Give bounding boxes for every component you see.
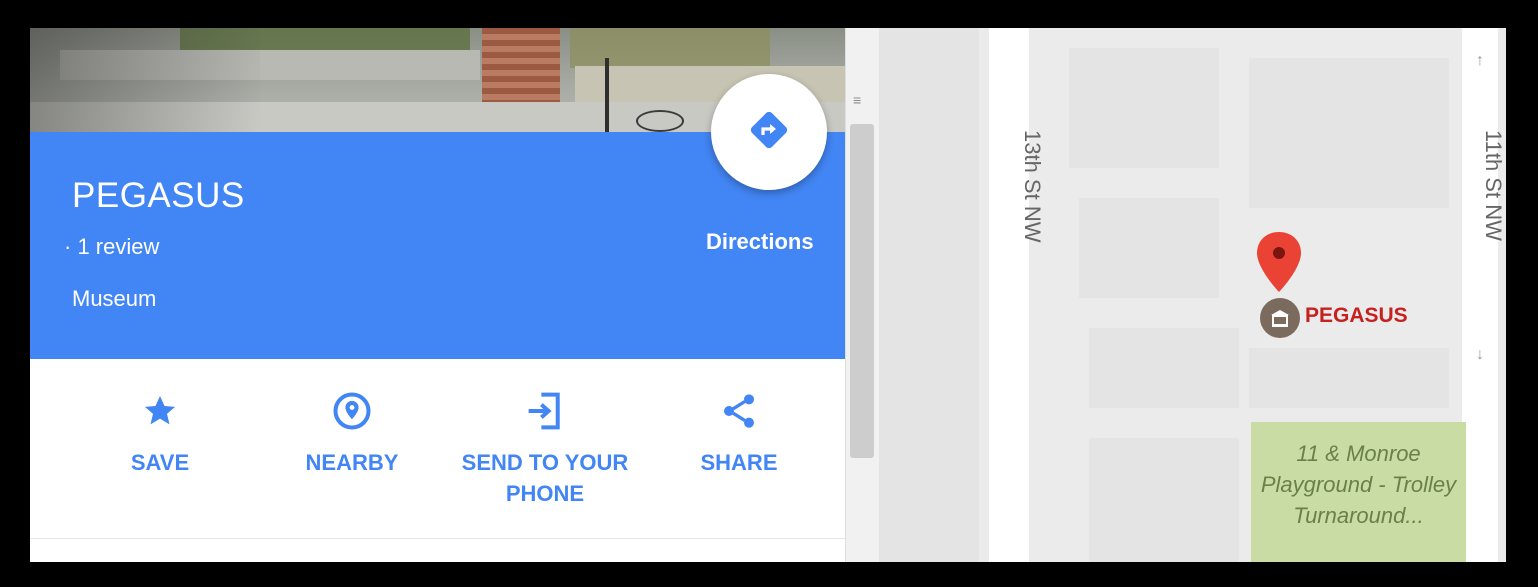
arrow-icon: ↑ [1476,52,1484,69]
park-label[interactable]: 11 & Monroe Playground - Trolley Turnaro… [1251,438,1466,531]
nearby-icon [257,389,447,433]
arrow-icon: ↓ [1476,346,1484,363]
museum-icon[interactable] [1260,298,1300,338]
street-label-11th: 11th St NW [1481,130,1506,241]
nearby-button[interactable]: NEARBY [257,389,447,478]
share-icon [644,389,834,433]
place-category[interactable]: Museum [72,286,156,312]
grip-icon: ≡ [853,92,862,108]
road-11th-st [1462,28,1498,562]
poi-label[interactable]: PEGASUS [1305,304,1408,328]
directions-button[interactable] [711,74,827,190]
review-count-link[interactable]: · 1 review [64,234,159,260]
directions-icon [747,108,791,157]
save-button[interactable]: SAVE [65,389,255,478]
directions-label[interactable]: Directions [706,229,814,255]
divider [30,538,845,539]
send-to-phone-button[interactable]: SEND TO YOUR PHONE [450,389,640,509]
share-label: SHARE [700,450,778,475]
map-view[interactable]: 13th St NW 11th St NW ↑ ↓ 11 & Monroe Pl… [879,28,1506,562]
panel-resize-handle[interactable]: ≡ [845,28,879,562]
screen-frame: PEGASUS · 1 review Museum Directions SAV… [30,28,1506,562]
place-title: PEGASUS [72,176,245,215]
scrollbar[interactable] [850,124,874,458]
place-panel: PEGASUS · 1 review Museum Directions SAV… [30,28,845,562]
save-label: SAVE [130,450,190,475]
share-button[interactable]: SHARE [644,389,834,478]
send-to-phone-icon [450,389,640,433]
star-icon [65,389,255,433]
send-to-phone-label: SEND TO YOUR PHONE [461,450,629,506]
map-pin-icon[interactable] [1254,230,1304,301]
action-row: SAVE NEARBY SEND TO YOUR PHONE SHARE [30,359,845,539]
street-label-13th: 13th St NW [1020,130,1045,243]
road-13th-st [989,28,1029,562]
nearby-label: NEARBY [305,450,399,475]
